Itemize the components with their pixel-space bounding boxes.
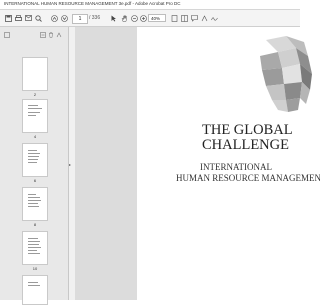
sign-icon[interactable] [210,13,218,23]
comment-icon[interactable] [190,13,198,23]
thumbnail-panel: 2 4 6 8 10 [0,27,69,305]
thumbnail-page-2[interactable] [22,57,48,91]
collapse-arrow-icon[interactable]: ▸ [69,162,71,167]
thumb-text-line [28,200,41,201]
book-subtitle-line2: HUMAN RESOURCE MANAGEMENT [176,173,320,183]
thumbnails-icon[interactable] [4,32,10,40]
zoom-out-icon[interactable] [130,13,138,23]
thumbnail-page-12[interactable] [22,275,48,305]
thumb-text-line [28,194,36,195]
search-icon[interactable] [34,13,42,23]
select-cursor-icon[interactable] [110,13,118,23]
page-down-icon[interactable] [60,13,68,23]
thumbnail-page-10[interactable] [22,231,48,265]
thumbnail-label: 8 [33,222,37,227]
thumb-text-line [28,159,38,160]
highlight-icon[interactable] [200,13,208,23]
hand-tool-icon[interactable] [120,13,128,23]
zoom-in-icon[interactable] [139,13,147,23]
thumb-text-line [28,203,38,204]
thumbnail-label: 4 [33,134,37,139]
thumb-text-line [28,282,38,283]
thumb-text-line [28,115,36,116]
thumb-text-line [28,156,39,157]
thumb-text-line [28,241,40,242]
window-title: INTERNATIONAL HUMAN RESOURCE MANAGEMENT … [4,1,181,6]
thumb-text-line [28,247,41,248]
thumb-text-line [28,150,37,151]
thumb-text-line [28,238,38,239]
thumb-text-line [28,244,39,245]
fit-page-icon[interactable] [170,13,178,23]
thumbnail-label: 6 [33,178,37,183]
zoom-level-value: 40% [151,15,161,21]
thumb-text-line [28,112,40,113]
thumb-text-line [28,108,42,109]
main-toolbar: 1 / 336 40% [0,10,300,27]
page-number-input[interactable]: 1 [72,14,88,24]
email-icon[interactable] [24,13,32,23]
zoom-level-select[interactable]: 40% [148,14,166,22]
thumb-text-line [28,250,37,251]
scroll-mode-icon[interactable] [180,13,188,23]
thumb-text-line [28,197,40,198]
thumbnail-page-6[interactable] [22,143,48,177]
delete-page-icon[interactable] [48,32,54,40]
book-subtitle-line1: INTERNATIONAL [200,162,272,172]
thumbnail-options-icon[interactable] [40,32,46,40]
thumbnail-label: 10 [32,266,38,271]
print-icon[interactable] [14,13,22,23]
thumbnail-page-4[interactable] [22,99,48,133]
thumb-text-line [28,253,40,254]
globe-graphic [260,36,312,112]
thumb-text-line [28,105,38,106]
thumbnail-page-8[interactable] [22,187,48,221]
thumb-text-line [28,162,37,163]
page-count: / 336 [89,15,101,21]
close-panel-icon[interactable] [56,32,62,40]
book-title-line2: CHALLENGE [202,137,289,153]
thumb-text-line [28,285,40,286]
thumb-text-line [28,153,40,154]
page-up-icon[interactable] [50,13,58,23]
save-icon[interactable] [4,13,12,23]
window-titlebar: INTERNATIONAL HUMAN RESOURCE MANAGEMENT … [0,0,300,10]
thumb-text-line [28,206,39,207]
thumbnail-label: 2 [33,92,37,97]
